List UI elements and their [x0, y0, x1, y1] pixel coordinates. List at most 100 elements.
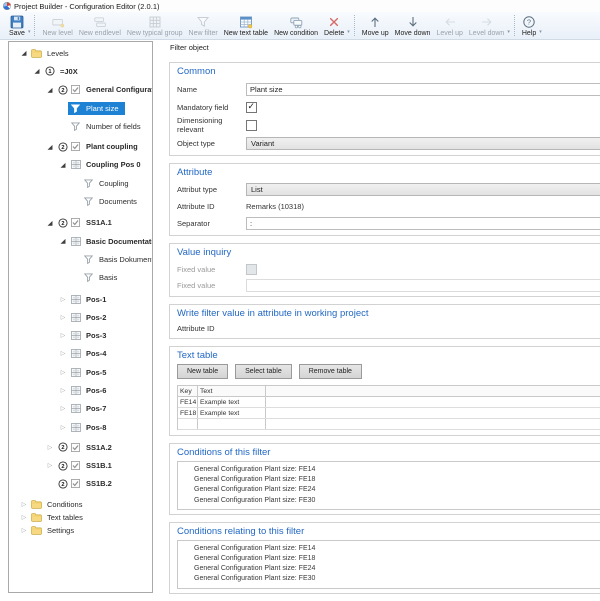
numbered-circle-icon: 1 [44, 66, 55, 76]
tree-expander-closed-icon[interactable]: ▷ [58, 369, 68, 376]
tree-checkbox[interactable] [71, 85, 80, 94]
tree-expander-closed-icon[interactable]: ▷ [58, 332, 68, 339]
tree-checkbox[interactable] [71, 218, 80, 227]
tree-node[interactable]: Basis [81, 271, 123, 284]
table-row[interactable]: FE14Example text [178, 397, 600, 408]
tree-node[interactable]: Coupling [81, 177, 135, 190]
tree-node[interactable]: Pos-5 [68, 366, 112, 379]
right-panel-sections: CommonNameMandatory fieldDimensioning re… [169, 62, 600, 594]
tree-node[interactable]: Pos-6 [68, 384, 112, 397]
mandatory-field-checkbox[interactable] [246, 102, 257, 113]
tree-node[interactable]: 1=J0X [42, 65, 84, 78]
tree-node[interactable]: Conditions [29, 498, 88, 511]
select-table-button[interactable]: Select table [235, 364, 292, 379]
name-input[interactable] [246, 83, 600, 96]
toolbar-save-button[interactable]: Save [6, 13, 28, 38]
toolbar-move-up-button[interactable]: Move up [359, 13, 392, 38]
new-table-button[interactable]: New table [177, 364, 228, 379]
condition-item[interactable]: General Configuration Plant size: FE24 [178, 485, 600, 495]
table-row[interactable] [178, 419, 600, 430]
tree-checkbox[interactable] [71, 443, 80, 452]
toolbar-new-text-table-button[interactable]: New text table [221, 13, 271, 38]
tree-expander-open-icon[interactable]: ◢ [58, 237, 68, 245]
toolbar-overflow-chevron-icon[interactable]: ▾ [28, 29, 32, 38]
toolbar-move-down-button[interactable]: Move down [392, 13, 434, 38]
svg-text:1: 1 [48, 70, 51, 76]
tree-node[interactable]: Plant size [68, 102, 125, 115]
tree-node[interactable]: Basic Documentation [68, 235, 153, 248]
tree-node[interactable]: 2Plant coupling [55, 140, 144, 153]
tree-node[interactable]: Settings [29, 524, 80, 537]
tree-expander-closed-icon[interactable]: ▷ [45, 444, 55, 451]
separator-input[interactable] [246, 217, 600, 230]
condition-item[interactable]: General Configuration Plant size: FE18 [178, 475, 600, 485]
field-label: Fixed value [177, 265, 246, 274]
toolbar-overflow-chevron-icon[interactable]: ▾ [507, 29, 511, 38]
toolbar-help-button[interactable]: ?Help [519, 13, 539, 38]
toolbar-overflow-chevron-icon[interactable]: ▾ [347, 29, 351, 38]
section-heading: Conditions of this filter [177, 447, 600, 458]
tree-node[interactable]: Pos-8 [68, 421, 112, 434]
condition-item[interactable]: General Configuration Plant size: FE14 [178, 544, 600, 554]
attribut-type-select[interactable]: List [246, 183, 600, 196]
tree-checkbox[interactable] [71, 142, 80, 151]
tree-expander-open-icon[interactable]: ◢ [45, 219, 55, 227]
tree-node[interactable]: 2SS1A.1 [55, 216, 118, 229]
tree-node[interactable]: Pos-7 [68, 402, 112, 415]
tree-item-pos-5: ▷Pos-5 [9, 363, 152, 381]
tree-node[interactable]: Basis Dokumente [81, 253, 153, 266]
toolbar-new-condition-button[interactable]: New condition [271, 13, 321, 38]
condition-item[interactable]: General Configuration Plant size: FE30 [178, 574, 600, 584]
tree-node[interactable]: 2SS1A.2 [55, 441, 118, 454]
tree-expander-closed-icon[interactable]: ▷ [58, 296, 68, 303]
dimensioning-relevant-checkbox[interactable] [246, 120, 257, 131]
tree-node[interactable]: Levels [29, 47, 75, 60]
grid-icon [70, 160, 81, 170]
tree-expander-open-icon[interactable]: ◢ [19, 49, 29, 57]
tree-checkbox[interactable] [71, 461, 80, 470]
condition-item[interactable]: General Configuration Plant size: FE18 [178, 554, 600, 564]
tree-node[interactable]: Documents [81, 195, 143, 208]
tree-expander-open-icon[interactable]: ◢ [45, 143, 55, 151]
numbered-circle-icon: 2 [57, 142, 68, 152]
tree-node[interactable]: Pos-2 [68, 311, 112, 324]
table-cell[interactable]: FE18 [178, 408, 198, 418]
table-cell[interactable] [178, 419, 198, 429]
toolbar-overflow-chevron-icon[interactable]: ▾ [539, 29, 543, 38]
tree-expander-closed-icon[interactable]: ▷ [19, 527, 29, 534]
tree-node[interactable]: Pos-4 [68, 347, 112, 360]
tree-expander-closed-icon[interactable]: ▷ [19, 501, 29, 508]
table-cell[interactable]: FE14 [178, 397, 198, 407]
tree-expander-open-icon[interactable]: ◢ [58, 161, 68, 169]
condition-item[interactable]: General Configuration Plant size: FE30 [178, 496, 600, 506]
tree-expander-closed-icon[interactable]: ▷ [19, 514, 29, 521]
tree-checkbox[interactable] [71, 479, 80, 488]
tree-node[interactable]: Pos-1 [68, 293, 112, 306]
tree-expander-open-icon[interactable]: ◢ [32, 67, 42, 75]
tree-node[interactable]: 2SS1B.1 [55, 459, 118, 472]
tree-expander-closed-icon[interactable]: ▷ [58, 424, 68, 431]
table-cell[interactable]: Example text [198, 397, 266, 407]
tree-expander-closed-icon[interactable]: ▷ [58, 350, 68, 357]
remove-table-button[interactable]: Remove table [299, 364, 362, 379]
funnel-icon [83, 254, 94, 264]
table-row[interactable]: FE18Example text [178, 408, 600, 419]
tree-expander-closed-icon[interactable]: ▷ [58, 387, 68, 394]
object-type-select[interactable]: Variant [246, 137, 600, 150]
table-row-filler [266, 397, 600, 407]
tree-expander-closed-icon[interactable]: ▷ [58, 314, 68, 321]
tree-node[interactable]: Coupling Pos 0 [68, 158, 147, 171]
tree-expander-closed-icon[interactable]: ▷ [45, 462, 55, 469]
tree-node[interactable]: Number of fields [68, 120, 147, 133]
condition-item[interactable]: General Configuration Plant size: FE24 [178, 564, 600, 574]
tree-expander-open-icon[interactable]: ◢ [45, 86, 55, 94]
toolbar-delete-button[interactable]: Delete [321, 13, 347, 38]
tree-node[interactable]: 2SS1B.2 [55, 477, 118, 490]
table-cell[interactable] [198, 419, 266, 429]
condition-item[interactable]: General Configuration Plant size: FE14 [178, 465, 600, 475]
tree-node[interactable]: Text tables [29, 511, 89, 524]
tree-expander-closed-icon[interactable]: ▷ [58, 405, 68, 412]
table-cell[interactable]: Example text [198, 408, 266, 418]
tree-node[interactable]: 2General Configuration [55, 83, 153, 96]
tree-node[interactable]: Pos-3 [68, 329, 112, 342]
